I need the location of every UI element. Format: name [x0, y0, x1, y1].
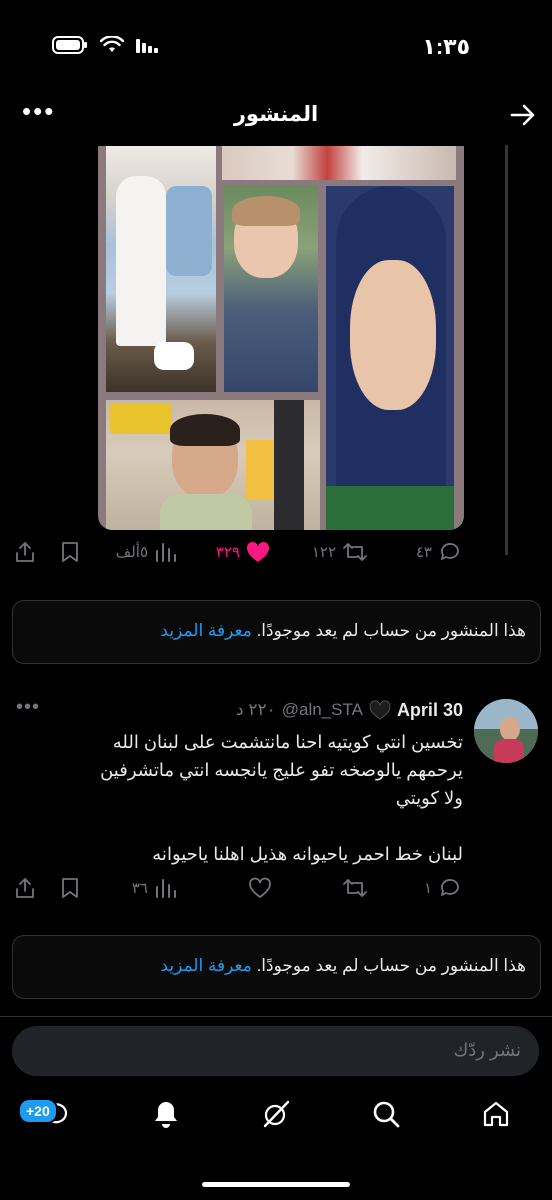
- tweet-more-options-icon[interactable]: •••: [16, 696, 40, 719]
- post-header: ••• المنشور: [0, 92, 552, 140]
- tweet-line-gap: [33, 812, 463, 840]
- tweet-line: يرحمهم يالوصخه تفو عليج يانجسه انتي ماتش…: [100, 760, 463, 780]
- repost-button[interactable]: ١٢٢: [312, 536, 368, 568]
- page-title: المنشور: [233, 103, 319, 126]
- status-time: ١:٣٥: [422, 34, 470, 59]
- reply-count: ٤٣: [415, 544, 432, 561]
- messages-badge: +20: [18, 1098, 58, 1124]
- home-icon: [483, 1101, 509, 1127]
- bookmark-icon: [62, 542, 78, 562]
- reply-button[interactable]: ١: [424, 872, 462, 904]
- search-icon: [373, 1101, 400, 1128]
- image-tile-children: [106, 146, 216, 392]
- bookmark-button[interactable]: [60, 872, 80, 904]
- repost-count: ١٢٢: [311, 544, 336, 561]
- views-count: ٣٦: [131, 880, 148, 897]
- like-count: ٣٢٩: [215, 544, 240, 561]
- heart-icon: [249, 877, 271, 899]
- reply-actions: ١ ٣٦: [0, 872, 552, 908]
- battery-icon: [52, 36, 87, 54]
- wifi-icon: [100, 36, 124, 52]
- reply-icon: [441, 543, 459, 560]
- nav-notifications[interactable]: [146, 1094, 186, 1134]
- reply-placeholder: نشر ردّك: [453, 1040, 521, 1060]
- like-button[interactable]: [248, 872, 272, 904]
- divider: [0, 1016, 552, 1017]
- heart-filled-icon: [246, 541, 270, 562]
- bottom-navigation: [0, 1090, 552, 1150]
- views-icon: [156, 879, 176, 898]
- repost-button[interactable]: [342, 872, 368, 904]
- post-actions: ٤٣ ١٢٢ ٣٢٩ ٥ألف: [0, 536, 552, 572]
- unavailable-post-notice: هذا المنشور من حساب لم يعد موجودًا. معرف…: [12, 600, 541, 664]
- display-name[interactable]: 30 April: [397, 700, 463, 721]
- image-tile-top: [222, 146, 456, 180]
- learn-more-link[interactable]: معرفة المزيد: [160, 956, 251, 975]
- repost-icon: [343, 879, 367, 897]
- image-tile-toddler: [106, 400, 320, 530]
- status-icons: [52, 36, 158, 54]
- post-image[interactable]: [98, 146, 464, 530]
- share-button[interactable]: [14, 872, 36, 904]
- bookmark-button[interactable]: [60, 536, 80, 568]
- views-count: ٥ألف: [115, 544, 148, 561]
- reply-button[interactable]: ٤٣: [416, 536, 462, 568]
- share-button[interactable]: [14, 536, 36, 568]
- notice-text: هذا المنشور من حساب لم يعد موجودًا.: [256, 621, 526, 640]
- status-bar: ١:٣٥: [0, 28, 552, 64]
- bookmark-icon: [62, 878, 78, 898]
- image-tile-boy-blue-shirt: [224, 186, 318, 392]
- avatar[interactable]: [474, 699, 538, 763]
- tweet-line: تخسين انتي كويتيه احنا مانتشمت على لبنان…: [112, 732, 463, 752]
- timestamp: ٢٢٠ د: [236, 700, 276, 719]
- thread-line: [505, 145, 508, 555]
- views-button[interactable]: ٥ألف: [116, 536, 176, 568]
- tweet-line: ولا كويتي: [395, 788, 463, 808]
- username[interactable]: @aln_STA: [282, 700, 363, 720]
- black-heart-icon: [369, 700, 391, 720]
- share-icon: [16, 542, 34, 562]
- reply-icon: [441, 879, 459, 896]
- reply-count: ١: [423, 880, 432, 897]
- unavailable-post-notice: هذا المنشور من حساب لم يعد موجودًا. معرف…: [12, 935, 541, 999]
- share-icon: [16, 878, 34, 898]
- cellular-signal-icon: [136, 39, 158, 53]
- image-tile-girl-hijab: [326, 186, 454, 530]
- notice-text-wrap: هذا المنشور من حساب لم يعد موجودًا. معرف…: [160, 956, 526, 976]
- home-indicator: [202, 1182, 350, 1187]
- tweet-author-line: 30 April @aln_STA ٢٢٠ د: [236, 698, 463, 722]
- reply-input[interactable]: نشر ردّك: [12, 1026, 539, 1076]
- grok-icon: [263, 1100, 290, 1128]
- repost-icon: [343, 543, 367, 561]
- back-arrow-icon[interactable]: [508, 100, 538, 130]
- views-button[interactable]: ٣٦: [132, 872, 176, 904]
- tweet-line: لبنان خط احمر ياحيوانه هذيل اهلنا ياحيوا…: [152, 844, 463, 864]
- notice-text-wrap: هذا المنشور من حساب لم يعد موجودًا. معرف…: [160, 621, 526, 641]
- views-icon: [156, 543, 176, 562]
- bell-icon: [155, 1102, 177, 1128]
- learn-more-link[interactable]: معرفة المزيد: [160, 621, 251, 640]
- notice-text: هذا المنشور من حساب لم يعد موجودًا.: [256, 956, 526, 975]
- nav-home[interactable]: [476, 1094, 516, 1134]
- nav-grok[interactable]: [256, 1094, 296, 1134]
- tweet-text: تخسين انتي كويتيه احنا مانتشمت على لبنان…: [33, 728, 463, 868]
- like-button[interactable]: ٣٢٩: [216, 536, 270, 568]
- nav-search[interactable]: [366, 1094, 406, 1134]
